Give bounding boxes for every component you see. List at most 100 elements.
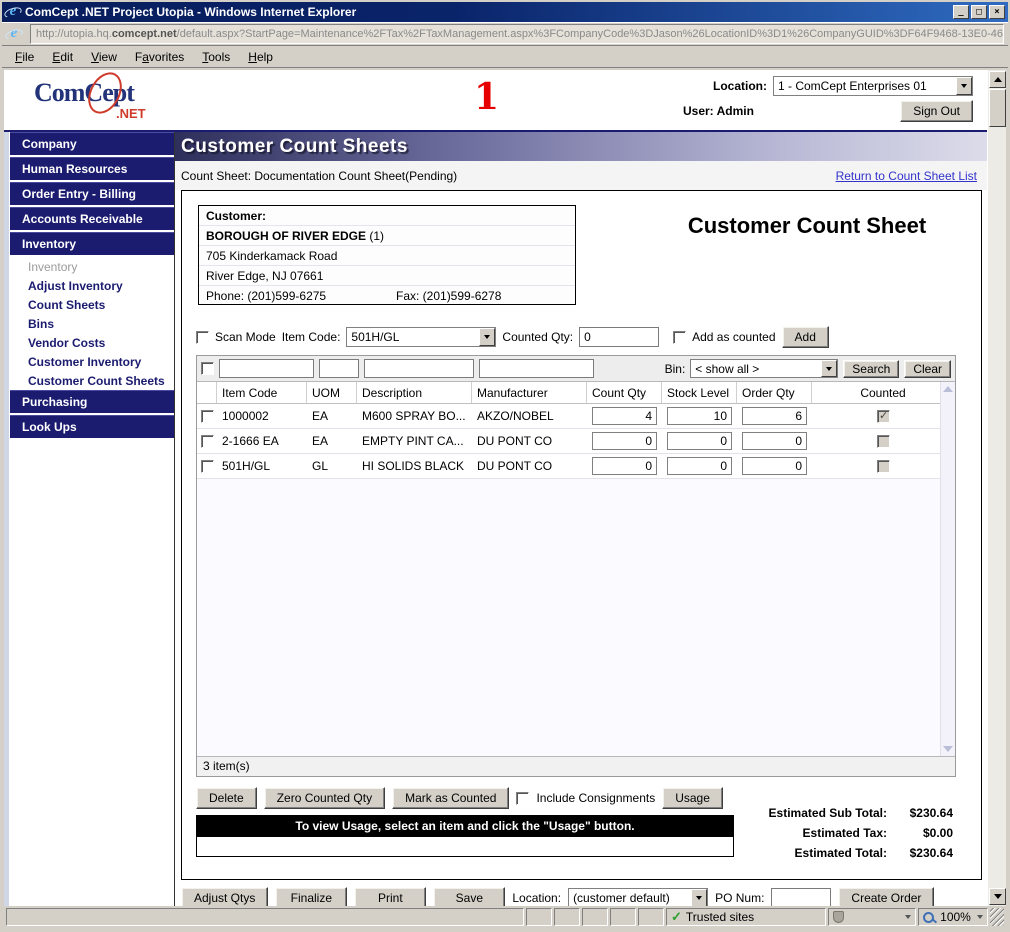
sign-out-button[interactable]: Sign Out [900,100,973,122]
count-qty-input[interactable]: 0 [592,432,657,450]
filter-uom-input[interactable] [319,359,359,378]
location-select[interactable]: 1 - ComCept Enterprises 01 [773,76,973,96]
sidebar-item-inventory[interactable]: Inventory [10,232,174,255]
sidebar-item-accounts-receivable[interactable]: Accounts Receivable [10,207,174,230]
zero-counted-qty-button[interactable]: Zero Counted Qty [264,787,385,809]
counted-checkbox[interactable] [877,460,890,473]
minimize-button[interactable]: _ [953,5,969,19]
scan-mode-label: Scan Mode [215,330,276,344]
chevron-down-icon[interactable] [691,889,707,906]
save-button[interactable]: Save [433,887,505,906]
include-consignments-checkbox[interactable] [516,792,529,805]
scroll-down-icon[interactable] [943,746,953,752]
row-select-checkbox[interactable] [201,460,214,473]
menu-view[interactable]: View [82,47,126,67]
filter-manufacturer-input[interactable] [479,359,594,378]
menu-favorites[interactable]: Favorites [126,47,193,67]
col-count-qty: Count Qty [587,382,662,403]
stock-level-input[interactable]: 0 [667,432,732,450]
order-qty-input[interactable]: 0 [742,432,807,450]
order-qty-input[interactable]: 6 [742,407,807,425]
counted-checkbox[interactable] [877,410,890,423]
adjust-qtys-button[interactable]: Adjust Qtys [181,887,268,906]
count-qty-input[interactable]: 4 [592,407,657,425]
sidebar-item-bins[interactable]: Bins [10,314,174,333]
chevron-down-icon[interactable] [905,915,911,919]
menu-file[interactable]: File [6,47,43,67]
add-button[interactable]: Add [782,326,829,348]
create-order-button[interactable]: Create Order [838,887,934,906]
chevron-down-icon[interactable] [479,328,495,346]
logo-text: ComCept [34,78,164,108]
filter-item-code-input[interactable] [219,359,314,378]
scan-row: Scan Mode Item Code: 501H/GL Counted Qty… [196,327,829,347]
resize-grip[interactable] [990,908,1004,926]
url-field[interactable]: http://utopia.hq.comcept.net/default.asp… [30,24,1004,44]
finalize-button[interactable]: Finalize [275,887,347,906]
scroll-up-icon[interactable] [943,386,953,392]
sidebar-item-purchasing[interactable]: Purchasing [10,390,174,413]
row-select-checkbox[interactable] [201,410,214,423]
status-panel [554,908,580,926]
search-button[interactable]: Search [843,360,899,378]
trusted-sites-label: Trusted sites [686,910,754,924]
col-counted: Counted [812,382,955,403]
maximize-button[interactable]: □ [971,5,987,19]
sidebar-item-customer-inventory[interactable]: Customer Inventory [10,352,174,371]
sidebar-item-human-resources[interactable]: Human Resources [10,157,174,180]
browser-scrollbar[interactable] [987,70,1006,906]
counted-qty-input[interactable] [579,327,659,347]
sidebar-nav: CompanyHuman ResourcesOrder Entry - Bill… [4,132,174,906]
sidebar-item-company[interactable]: Company [10,132,174,155]
order-location-select[interactable]: (customer default) [568,888,708,906]
mark-as-counted-button[interactable]: Mark as Counted [392,787,509,809]
col-manufacturer: Manufacturer [472,382,587,403]
scroll-up-button[interactable] [989,71,1006,88]
order-location-value: (customer default) [573,891,689,905]
filter-description-input[interactable] [364,359,474,378]
sidebar-item-order-entry-billing[interactable]: Order Entry - Billing [10,182,174,205]
menu-edit[interactable]: Edit [43,47,82,67]
sidebar-item-customer-count-sheets[interactable]: Customer Count Sheets [10,371,174,390]
sidebar-item-vendor-costs[interactable]: Vendor Costs [10,333,174,352]
item-code-select[interactable]: 501H/GL [346,327,496,347]
bin-select[interactable]: < show all > [690,359,838,378]
status-message-panel [6,908,524,926]
sidebar-item-look-ups[interactable]: Look Ups [10,415,174,438]
order-qty-input[interactable]: 0 [742,457,807,475]
counted-checkbox[interactable] [877,435,890,448]
add-as-counted-checkbox[interactable] [673,331,686,344]
cell-item-code: 1000002 [217,404,307,428]
items-table: Bin: < show all > Search Clear It [196,355,956,777]
chevron-down-icon[interactable] [977,915,983,919]
close-button[interactable]: × [989,5,1005,19]
stock-level-input[interactable]: 10 [667,407,732,425]
menu-help[interactable]: Help [239,47,282,67]
stock-level-input[interactable]: 0 [667,457,732,475]
chevron-down-icon[interactable] [956,77,972,95]
scan-mode-checkbox[interactable] [196,331,209,344]
comcept-logo: ComCept .NET [34,78,164,124]
menu-tools[interactable]: Tools [193,47,239,67]
sidebar-item-adjust-inventory[interactable]: Adjust Inventory [10,276,174,295]
print-button[interactable]: Print [354,887,426,906]
clear-button[interactable]: Clear [904,360,951,378]
count-qty-input[interactable]: 0 [592,457,657,475]
total-label: Estimated Total: [795,846,887,860]
row-select-checkbox[interactable] [201,435,214,448]
po-num-input[interactable] [771,888,831,906]
delete-button[interactable]: Delete [196,787,257,809]
return-to-count-sheet-list-link[interactable]: Return to Count Sheet List [836,169,977,183]
zoom-panel[interactable]: 100% [918,908,988,926]
scroll-down-button[interactable] [989,888,1006,905]
scrollbar-thumb[interactable] [989,89,1006,127]
item-code-value: 501H/GL [351,330,477,344]
status-panel [526,908,552,926]
select-all-checkbox[interactable] [201,362,214,375]
customer-label: Customer: [199,206,575,226]
chevron-down-icon[interactable] [821,360,837,377]
window-title: ComCept .NET Project Utopia - Windows In… [25,5,951,19]
sidebar-item-count-sheets[interactable]: Count Sheets [10,295,174,314]
table-scrollbar[interactable] [940,382,955,756]
protected-mode-panel[interactable] [828,908,916,926]
